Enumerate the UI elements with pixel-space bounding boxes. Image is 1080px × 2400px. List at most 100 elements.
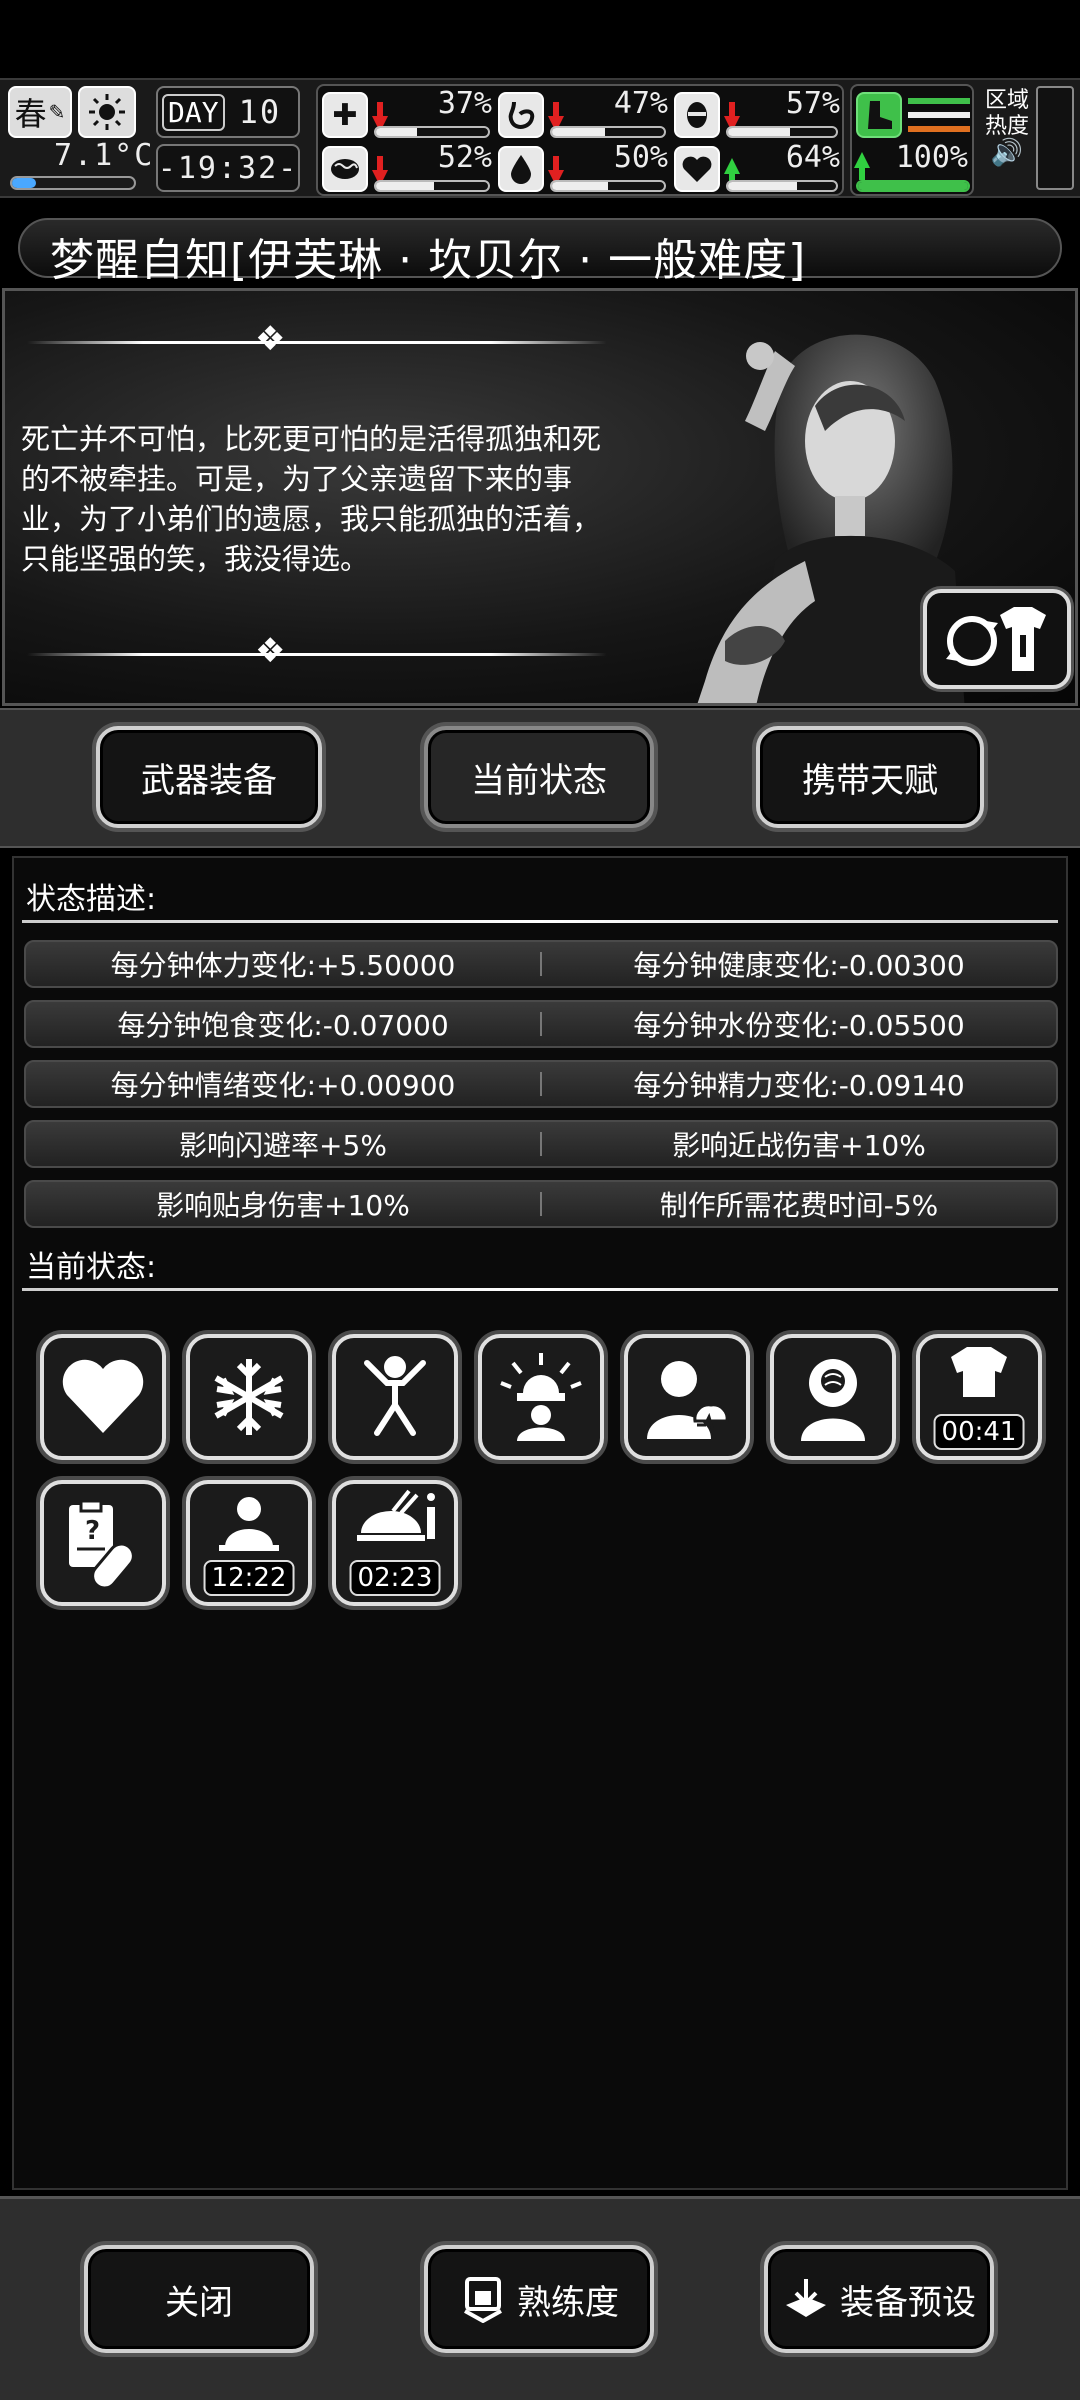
speaker-icon[interactable]: 🔊 [982,140,1032,166]
ornament-divider [27,653,607,656]
feather-icon: ✎ [48,100,66,124]
energy-panel: 100% [850,84,974,196]
tab-current-status[interactable]: 当前状态 [424,726,654,828]
stat-cell: 每分钟饱食变化:-0.07000 [117,1009,449,1042]
water-drop-icon [498,146,544,192]
stretch-figure-icon[interactable] [332,1334,458,1460]
equipment-preset-icon [786,2279,826,2317]
meal-icon[interactable]: 02:23 [332,1480,458,1606]
brain-icon [322,146,368,192]
zone-heat-label: 热度 [984,114,1029,139]
close-button-label: 关闭 [165,2282,233,2323]
trend-up-icon [724,158,740,186]
heart-icon[interactable] [40,1334,166,1460]
zone-heat: 区域 热度 🔊 [982,88,1032,166]
heart-value: 64% [785,140,840,175]
bottom-action-bar: 关闭 熟练度 装备预设 [0,2196,1080,2400]
energy-value: 100% [895,140,968,175]
ornament-divider [27,341,607,344]
temperature-gauge [10,176,136,190]
snowflake-icon[interactable] [186,1334,312,1460]
tab-bar: 武器装备 当前状态 携带天赋 [0,708,1080,848]
status-description-heading: 状态描述: [26,882,157,917]
sun-icon [78,86,136,138]
top-hud: 春 ✎ 7.1°C DAY 10 -19:32- ✚ 37% 47% 57% 5… [0,78,1080,198]
time-box: -19:32- [156,144,300,192]
ornament-diamond-icon: ❖ [255,319,286,359]
head-brain-icon[interactable] [770,1334,896,1460]
boot-icon [856,92,902,138]
medkit-icon: ✚ [322,92,368,138]
stat-cell: 每分钟体力变化:+5.50000 [110,949,456,982]
medicine-clipboard-icon[interactable]: ? [40,1480,166,1606]
equipment-preset-button[interactable]: 装备预设 [764,2245,994,2353]
stat-cell: 影响贴身伤害+10% [156,1189,410,1222]
stat-cell: 每分钟健康变化:-0.00300 [633,949,965,982]
stat-cell: 影响近战伤害+10% [672,1129,926,1162]
water-bar [550,180,666,192]
status-timer: 00:41 [933,1414,1025,1450]
energy-stripe [908,126,970,132]
water-value: 50% [613,140,668,175]
stat-row: 每分钟情绪变化:+0.00900 每分钟精力变化:-0.09140 [24,1060,1058,1108]
equipment-preset-button-label: 装备预设 [840,2282,976,2323]
character-hero-panel: ❖ 死亡并不可怕，比死更可怕的是活得孤独和死的不被牵挂。可是，为了父亲遗留下来的… [2,288,1078,706]
ornament-diamond-icon: ❖ [255,631,286,671]
face-icon [674,92,720,138]
mood-bar [374,180,490,192]
health-value: 37% [437,86,492,121]
stat-cell: 制作所需花费时间-5% [659,1189,939,1222]
zone-heat-gauge [1036,86,1074,190]
page-title-bar: 梦醒自知[伊芙琳 · 坎贝尔 · 一般难度] [18,218,1062,286]
stomach-icon [498,92,544,138]
person-studying-icon[interactable]: 12:22 [186,1480,312,1606]
health-bar [374,126,490,138]
change-outfit-button[interactable] [923,589,1071,689]
close-button[interactable]: 关闭 [84,2245,314,2353]
status-timer: 12:22 [203,1560,295,1596]
zone-heat-label: 区域 [984,88,1029,113]
proficiency-button-label: 熟练度 [517,2282,619,2323]
stamina-bar [726,126,838,138]
svg-text:?: ? [85,1516,100,1546]
vitals-panel: ✚ 37% 47% 57% 52% 50% 64% [316,84,844,196]
proficiency-icon [464,2277,502,2323]
heart-bar [726,180,838,192]
day-box: DAY 10 [156,86,300,138]
alarm-light-icon[interactable] [478,1334,604,1460]
season-box: 春 ✎ [8,86,72,138]
person-heartbeat-icon[interactable] [624,1334,750,1460]
outfit-swap-icon [946,607,1046,671]
season-label: 春 [14,95,47,133]
status-panel: 状态描述: 每分钟体力变化:+5.50000 每分钟健康变化:-0.00300 … [12,856,1068,2190]
stat-row: 每分钟饱食变化:-0.07000 每分钟水份变化:-0.05500 [24,1000,1058,1048]
tab-weapons-equipment[interactable]: 武器装备 [96,726,322,828]
stat-row: 每分钟体力变化:+5.50000 每分钟健康变化:-0.00300 [24,940,1058,988]
stat-cell: 影响闪避率+5% [179,1129,387,1162]
stamina-value: 57% [785,86,840,121]
proficiency-button[interactable]: 熟练度 [424,2245,654,2353]
tab-carried-talents[interactable]: 携带天赋 [756,726,984,828]
temperature-readout: 7.1°C [54,138,155,173]
stat-cell: 每分钟情绪变化:+0.00900 [110,1069,456,1102]
stat-cell: 每分钟精力变化:-0.09140 [633,1069,965,1102]
clock-readout: -19:32- [157,150,299,186]
energy-bar [856,180,970,192]
status-timer: 02:23 [349,1560,441,1596]
page-title: 梦醒自知[伊芙琳 · 坎贝尔 · 一般难度] [50,235,807,286]
hunger-bar [550,126,666,138]
section-divider [22,1288,1058,1291]
day-label: DAY [162,93,225,131]
shirt-icon[interactable]: 00:41 [916,1334,1042,1460]
energy-stripe [908,98,970,104]
day-number: 10 [238,93,282,131]
character-quote: 死亡并不可怕，比死更可怕的是活得孤独和死的不被牵挂。可是，为了父亲遗留下来的事业… [21,422,602,576]
stat-cell: 每分钟水份变化:-0.05500 [633,1009,965,1042]
stat-row: 影响闪避率+5% 影响近战伤害+10% [24,1120,1058,1168]
mood-value: 52% [437,140,492,175]
stat-row: 影响贴身伤害+10% 制作所需花费时间-5% [24,1180,1058,1228]
current-status-heading: 当前状态: [26,1250,157,1285]
heart-icon [674,146,720,192]
energy-stripe [908,112,970,118]
section-divider [22,920,1058,923]
